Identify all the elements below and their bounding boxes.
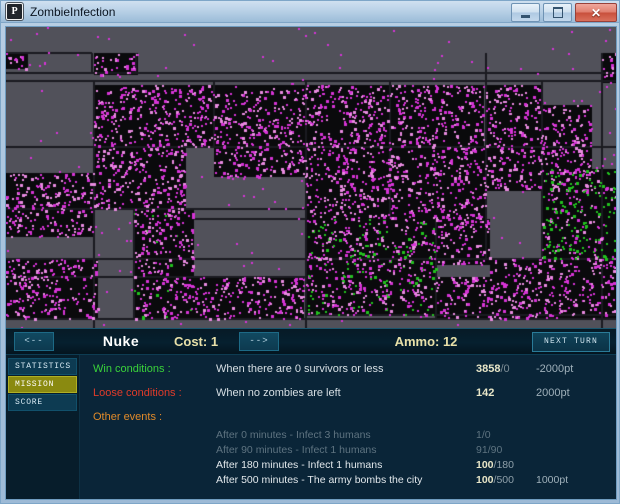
maximize-icon	[553, 7, 563, 18]
client-area: <-- Nuke Cost: 1 --> Ammo: 12 NEXT TURN …	[5, 26, 617, 500]
maximize-button[interactable]	[543, 3, 572, 22]
event-description: After 90 minutes - Infect 1 humans	[216, 444, 377, 456]
win-condition-label: Win conditions :	[93, 363, 171, 375]
tab-score[interactable]: SCORE	[8, 394, 77, 411]
tab-mission[interactable]: MISSION	[8, 376, 77, 393]
event-description: After 0 minutes - Infect 3 humans	[216, 429, 371, 441]
event-row: After 90 minutes - Infect 1 humans 91/90	[81, 444, 616, 459]
next-turn-button[interactable]: NEXT TURN	[532, 332, 610, 352]
lose-condition-description: When no zombies are left	[216, 387, 341, 399]
lose-condition-label: Loose conditions :	[93, 387, 182, 399]
event-count: 91/90	[476, 444, 502, 456]
other-events-row: Other events :	[81, 411, 616, 429]
previous-weapon-button[interactable]: <--	[14, 332, 54, 351]
window-controls: ✕	[511, 3, 617, 22]
event-count: 100/500	[476, 474, 514, 486]
app-icon: P	[6, 3, 23, 20]
title-bar: P ZombieInfection ✕	[1, 1, 620, 23]
event-row: After 0 minutes - Infect 3 humans 1/0	[81, 429, 616, 444]
win-condition-description: When there are 0 survivors or less	[216, 363, 384, 375]
map-canvas[interactable]	[6, 27, 616, 328]
close-button[interactable]: ✕	[575, 3, 617, 22]
city-map[interactable]	[6, 27, 616, 328]
minimize-icon	[521, 12, 530, 18]
win-condition-points: -2000pt	[536, 363, 573, 375]
selected-weapon-name: Nuke	[66, 333, 176, 349]
info-panel: STATISTICS MISSION SCORE Win conditions …	[6, 355, 616, 500]
next-weapon-button[interactable]: -->	[239, 332, 279, 351]
event-points: 1000pt	[536, 474, 568, 486]
lose-condition-count: 142	[476, 387, 494, 399]
win-condition-row: Win conditions : When there are 0 surviv…	[81, 363, 616, 387]
window-title: ZombieInfection	[30, 5, 115, 19]
mission-detail-area: Win conditions : When there are 0 surviv…	[81, 355, 616, 500]
other-events-label: Other events :	[93, 411, 162, 423]
event-description: After 500 minutes - The army bombs the c…	[216, 474, 422, 486]
lose-condition-points: 2000pt	[536, 387, 570, 399]
minimize-button[interactable]	[511, 3, 540, 22]
event-count: 1/0	[476, 429, 491, 441]
weapon-cost-label: Cost: 1	[174, 334, 218, 349]
ammo-label: Ammo: 12	[336, 334, 516, 349]
tab-statistics[interactable]: STATISTICS	[8, 358, 77, 375]
event-description: After 180 minutes - Infect 1 humans	[216, 459, 382, 471]
event-count: 100/180	[476, 459, 514, 471]
weapon-toolbar: <-- Nuke Cost: 1 --> Ammo: 12 NEXT TURN	[6, 328, 616, 355]
panel-tab-sidebar: STATISTICS MISSION SCORE	[6, 355, 80, 500]
event-row: After 180 minutes - Infect 1 humans 100/…	[81, 459, 616, 474]
win-condition-count: 3858/0	[476, 363, 510, 375]
lose-condition-row: Loose conditions : When no zombies are l…	[81, 387, 616, 411]
event-row: After 500 minutes - The army bombs the c…	[81, 474, 616, 489]
close-icon: ✕	[591, 7, 601, 19]
application-window: P ZombieInfection ✕ <-- Nuke Cost: 1 -->…	[0, 0, 620, 504]
